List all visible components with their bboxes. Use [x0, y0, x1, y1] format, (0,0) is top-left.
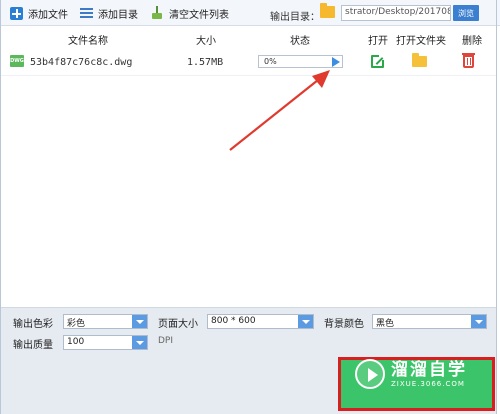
output-color-label: 输出色彩 [13, 319, 53, 330]
watermark: 溜溜自学 ZIXUE.3066.COM [355, 352, 475, 396]
file-table-header: 文件名称 大小 状态 打开 打开文件夹 删除 [0, 26, 500, 47]
chevron-down-icon [132, 336, 147, 349]
converter-window: 添加文件 添加目录 清空文件列表 输出目录： strator/Desktop/2… [0, 0, 500, 414]
clear-file-list-button[interactable]: 清空文件列表 [150, 4, 229, 22]
progress-text: 0% [264, 57, 277, 66]
output-directory-label: 输出目录： [270, 12, 320, 23]
page-size-value: 800 * 600 [211, 316, 256, 326]
add-icon [10, 6, 23, 20]
file-size: 1.57MB [187, 57, 224, 68]
output-quality-select[interactable]: 100 [63, 335, 148, 350]
background-color-value: 黑色 [376, 319, 395, 329]
open-folder-icon[interactable] [412, 53, 427, 67]
add-file-button[interactable]: 添加文件 [10, 4, 68, 22]
toolbar: 添加文件 添加目录 清空文件列表 输出目录： strator/Desktop/2… [0, 0, 500, 26]
column-header-size: 大小 [196, 36, 216, 47]
chevron-down-icon [298, 315, 313, 328]
chevron-down-icon [132, 315, 147, 328]
folder-icon[interactable] [320, 3, 335, 18]
page-size-label: 页面大小 [158, 319, 198, 330]
chevron-down-icon [471, 315, 486, 328]
watermark-title: 溜溜自学 [391, 359, 467, 380]
conversion-progress-bar: 0% [258, 55, 343, 68]
column-header-filename: 文件名称 [68, 36, 108, 47]
output-path-field[interactable]: strator/Desktop/20170807/ [341, 5, 451, 21]
output-color-value: 彩色 [67, 319, 86, 329]
column-header-open: 打开 [368, 36, 388, 47]
output-settings-panel: 输出色彩 彩色 页面大小 800 * 600 背景颜色 黑色 输出质量 100 … [0, 307, 497, 357]
list-icon [80, 7, 93, 19]
broom-icon [150, 6, 164, 20]
browse-button[interactable]: 浏览 [453, 5, 479, 21]
dpi-label: DPI [158, 336, 174, 346]
open-file-icon[interactable] [371, 54, 385, 68]
play-icon[interactable] [332, 57, 340, 67]
output-quality-label: 输出质量 [13, 340, 53, 351]
add-file-label: 添加文件 [28, 9, 68, 21]
add-directory-label: 添加目录 [98, 9, 138, 21]
column-header-status: 状态 [290, 36, 310, 47]
column-header-open-folder: 打开文件夹 [396, 36, 446, 47]
background-color-select[interactable]: 黑色 [372, 314, 487, 329]
page-size-select[interactable]: 800 * 600 [207, 314, 314, 329]
trash-icon[interactable] [462, 53, 475, 68]
play-logo-icon [355, 359, 385, 389]
column-header-delete: 删除 [462, 36, 482, 47]
background-color-label: 背景颜色 [324, 319, 364, 330]
clear-file-list-label: 清空文件列表 [169, 9, 229, 21]
output-color-select[interactable]: 彩色 [63, 314, 148, 329]
watermark-text: 溜溜自学 ZIXUE.3066.COM [391, 360, 467, 389]
file-name: 53b4f87c76c8c.dwg [30, 57, 133, 68]
add-directory-button[interactable]: 添加目录 [80, 4, 138, 22]
output-quality-value: 100 [67, 337, 85, 347]
watermark-url: ZIXUE.3066.COM [391, 379, 465, 388]
table-row[interactable]: DWG 53b4f87c76c8c.dwg 1.57MB 0% [0, 48, 497, 76]
dwg-file-icon: DWG [10, 55, 24, 67]
